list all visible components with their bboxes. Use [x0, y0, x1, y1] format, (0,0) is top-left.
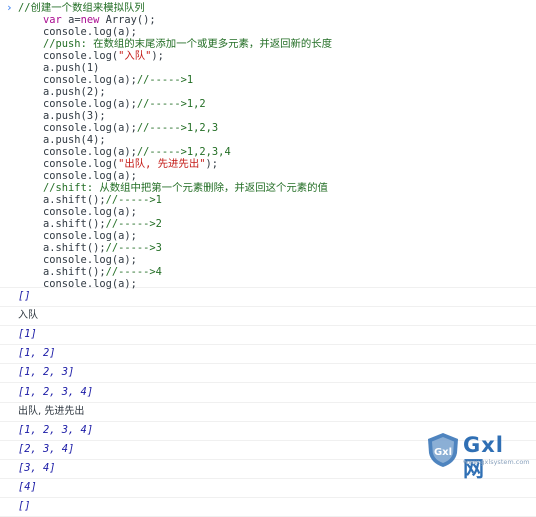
console-output-row: 出队, 先进先出	[0, 402, 536, 422]
array-output[interactable]: []	[18, 290, 31, 303]
code-line: a.shift();//----->1	[18, 194, 162, 206]
prompt-chevron-icon: ›	[6, 1, 13, 14]
console-input-block[interactable]: › //创建一个数组来模拟队列 var a=new Array(); conso…	[0, 0, 536, 290]
watermark-wordmark: Gxl 网	[463, 433, 504, 481]
code-line: console.log("出队, 先进先出");	[18, 158, 218, 170]
code-comment: //----->2	[105, 218, 162, 230]
log-message: 出队, 先进先出	[18, 406, 85, 417]
code-line: console.log(a);	[18, 26, 137, 38]
console-output-row: 入队	[0, 306, 536, 326]
code-comment: //----->3	[105, 242, 162, 254]
code-comment: //创建一个数组来模拟队列	[18, 2, 145, 14]
code-line: console.log(a);	[18, 170, 137, 182]
site-watermark: Gxl Gxl 网 www.gxlsystem.com	[426, 432, 534, 481]
array-output[interactable]: [3, 4]	[18, 462, 56, 475]
console-output-row: []	[0, 287, 536, 307]
code-line: console.log("入队");	[18, 50, 164, 62]
code-line: a.push(4);	[18, 134, 106, 146]
code-token: console.log(	[18, 50, 119, 62]
array-output[interactable]: [4]	[18, 481, 37, 494]
code-line: a.push(3);	[18, 110, 106, 122]
code-token: a.shift();	[18, 218, 106, 230]
code-keyword: var	[43, 14, 62, 26]
code-line: //push: 在数组的末尾添加一个或更多元素，并返回新的长度	[18, 38, 332, 50]
code-line: console.log(a);	[18, 206, 137, 218]
console-output-row: [1]	[0, 325, 536, 345]
code-string: "出队, 先进先出"	[118, 158, 206, 170]
code-line: console.log(a);//----->1,2	[18, 98, 206, 110]
code-comment: //----->1,2,3	[136, 122, 219, 134]
code-line: a.shift();//----->2	[18, 218, 162, 230]
console-output-row: [1, 2, 3]	[0, 363, 536, 383]
code-token: a.shift();	[18, 194, 106, 206]
code-token: a.push(2);	[18, 86, 106, 98]
code-token: console.log(a);	[18, 170, 137, 182]
code-token: console.log(a);	[18, 146, 137, 158]
svg-text:Gxl: Gxl	[434, 447, 452, 458]
code-token: console.log(	[18, 158, 119, 170]
code-line: a.shift();//----->3	[18, 242, 162, 254]
watermark-url: www.gxlsystem.com	[463, 458, 530, 466]
code-token: console.log(a);	[18, 206, 137, 218]
code-token: );	[205, 158, 218, 170]
array-output[interactable]: [1, 2, 3, 4]	[18, 386, 93, 399]
code-line: a.push(1)	[18, 62, 99, 74]
code-token: Array();	[99, 14, 156, 26]
code-comment: //----->1	[105, 194, 162, 206]
code-token: );	[151, 50, 164, 62]
code-token: a.shift();	[18, 242, 106, 254]
code-line: a.shift();//----->4	[18, 266, 162, 278]
code-token: a.shift();	[18, 266, 106, 278]
code-line: //创建一个数组来模拟队列	[18, 2, 145, 14]
code-token: a.push(1)	[18, 62, 100, 74]
code-comment: //shift: 从数组中把第一个元素删除，并返回这个元素的值	[43, 182, 328, 194]
code-token: a.push(4);	[18, 134, 106, 146]
code-line: console.log(a);	[18, 230, 137, 242]
console-output-row: [1, 2]	[0, 344, 536, 364]
code-line: a.push(2);	[18, 86, 106, 98]
code-token: console.log(a);	[18, 26, 137, 38]
array-output[interactable]: []	[18, 500, 31, 513]
array-output[interactable]: [1]	[18, 328, 37, 341]
code-token: console.log(a);	[18, 98, 137, 110]
array-output[interactable]: [1, 2, 3]	[18, 366, 74, 379]
code-line: console.log(a);//----->1,2,3	[18, 122, 218, 134]
code-token: a=	[61, 14, 81, 26]
code-comment: //----->1,2	[136, 98, 206, 110]
code-line: console.log(a);//----->1,2,3,4	[18, 146, 231, 158]
array-output[interactable]: [2, 3, 4]	[18, 443, 74, 456]
code-token: console.log(a);	[18, 74, 137, 86]
code-line: console.log(a);//----->1	[18, 74, 193, 86]
code-token: a.push(3);	[18, 110, 106, 122]
code-line: //shift: 从数组中把第一个元素删除，并返回这个元素的值	[18, 182, 328, 194]
code-comment: //----->1,2,3,4	[136, 146, 231, 158]
code-line: console.log(a);	[18, 254, 137, 266]
code-token: console.log(a);	[18, 230, 137, 242]
console-output-row: []	[0, 497, 536, 517]
code-comment: //----->1	[136, 74, 194, 86]
code-token: console.log(a);	[18, 254, 137, 266]
code-comment: //push: 在数组的末尾添加一个或更多元素，并返回新的长度	[43, 38, 333, 50]
shield-logo-icon: Gxl	[428, 433, 458, 467]
console-output-row: [4]	[0, 478, 536, 498]
array-output[interactable]: [1, 2]	[18, 347, 56, 360]
code-comment: //----->4	[105, 266, 162, 278]
array-output[interactable]: [1, 2, 3, 4]	[18, 424, 93, 437]
code-line: var a=new Array();	[18, 14, 156, 26]
code-keyword: new	[80, 14, 100, 26]
code-string: "入队"	[118, 50, 152, 62]
log-message: 入队	[18, 310, 38, 321]
console-output-row: [1, 2, 3, 4]	[0, 383, 536, 403]
code-token: console.log(a);	[18, 122, 137, 134]
